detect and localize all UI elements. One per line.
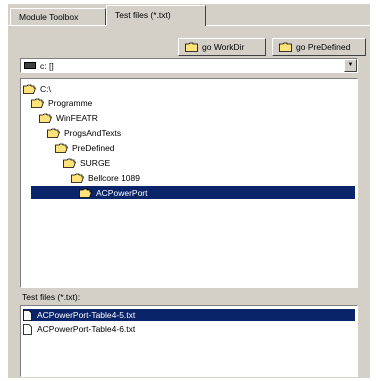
tree-node-winfeatr[interactable]: WinFEATR [39, 111, 98, 124]
open-folder-icon [71, 173, 84, 183]
folder-icon [279, 42, 292, 52]
open-folder-icon [79, 188, 92, 198]
go-workdir-label: go WorkDir [202, 42, 245, 52]
tree-node-bellcore-1089[interactable]: Bellcore 1089 [71, 171, 140, 184]
open-folder-icon [23, 84, 36, 94]
tree-node-label: C:\ [40, 83, 51, 94]
open-folder-icon [31, 98, 44, 108]
tree-node-label: ACPowerPort [96, 187, 148, 198]
file-name: ACPowerPort-Table4-6.txt [37, 324, 136, 334]
open-folder-icon [55, 143, 68, 153]
tab-module-toolbox[interactable]: Module Toolbox [10, 8, 106, 25]
tab-bar: Module Toolbox Test files (*.txt) [8, 4, 370, 26]
tree-node-c-drive[interactable]: C:\ [23, 82, 51, 95]
tree-node-label: ProgsAndTexts [64, 127, 122, 138]
tree-node-predefined[interactable]: PreDefined [55, 141, 115, 154]
tree-node-label: WinFEATR [56, 112, 98, 123]
folder-icon [185, 42, 198, 52]
tab-test-files[interactable]: Test files (*.txt) [106, 5, 206, 26]
tree-node-label: Bellcore 1089 [88, 172, 140, 183]
text-file-icon [23, 309, 32, 321]
tree-node-surge[interactable]: SURGE [63, 156, 110, 169]
file-row[interactable]: ACPowerPort-Table4-6.txt [23, 323, 355, 335]
drive-icon [24, 62, 36, 69]
tree-node-progsandtexts[interactable]: ProgsAndTexts [47, 126, 121, 139]
go-workdir-button[interactable]: go WorkDir [178, 38, 266, 56]
drive-select[interactable]: c: [] ▼ [20, 58, 358, 73]
go-predefined-label: go PreDefined [296, 42, 351, 52]
text-file-icon [23, 323, 32, 335]
tree-node-label: PreDefined [72, 142, 115, 153]
dropdown-arrow-icon[interactable]: ▼ [344, 59, 357, 72]
open-folder-icon [39, 113, 52, 123]
test-files-list[interactable]: ACPowerPort-Table4-5.txt ACPowerPort-Tab… [20, 305, 358, 377]
folder-tree[interactable]: C:\ Programme WinFEATR ProgsAndTexts Pre… [20, 78, 358, 288]
tree-node-label: SURGE [80, 157, 111, 168]
tree-node-acpowerport[interactable]: ACPowerPort [31, 186, 355, 199]
test-files-label: Test files (*.txt): [22, 292, 81, 302]
file-row[interactable]: ACPowerPort-Table4-5.txt [23, 309, 355, 321]
tree-node-label: Programme [48, 97, 93, 108]
go-predefined-button[interactable]: go PreDefined [272, 38, 366, 56]
drive-value: c: [] [40, 60, 54, 71]
file-name: ACPowerPort-Table4-5.txt [37, 310, 136, 320]
open-folder-icon [47, 128, 60, 138]
tree-node-programme[interactable]: Programme [31, 96, 92, 109]
open-folder-icon [63, 158, 76, 168]
